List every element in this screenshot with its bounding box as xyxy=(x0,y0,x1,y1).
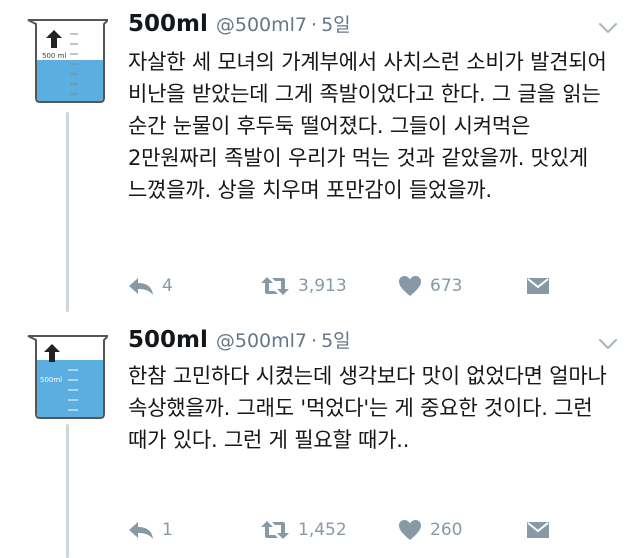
envelope-icon xyxy=(527,522,549,538)
like-button[interactable]: 673 xyxy=(398,271,462,301)
reply-count: 1 xyxy=(162,520,173,540)
heart-icon xyxy=(399,276,421,296)
envelope-icon xyxy=(527,278,549,294)
reply-button[interactable]: 1 xyxy=(128,515,173,545)
separator-dot: · xyxy=(311,14,318,36)
direct-message-button[interactable] xyxy=(526,271,550,301)
display-name[interactable]: 500ml xyxy=(128,327,208,353)
tweet[interactable]: 500 ml 500ml @500ml7 · 5일 자살한 세 모녀의 가계부에… xyxy=(0,0,639,318)
display-name[interactable]: 500ml xyxy=(128,11,208,37)
tweet-actions: 4 3,913 673 xyxy=(128,271,568,301)
heart-icon xyxy=(399,520,421,540)
like-button[interactable]: 260 xyxy=(398,515,462,545)
retweet-icon xyxy=(261,521,289,539)
like-count: 260 xyxy=(430,520,463,540)
svg-text:500 ml: 500 ml xyxy=(42,52,66,60)
retweet-button[interactable]: 3,913 xyxy=(260,271,347,301)
reply-icon xyxy=(129,522,153,539)
avatar[interactable]: 500 ml xyxy=(24,14,108,104)
like-count: 673 xyxy=(430,276,463,296)
tweet-text: 한참 고민하다 시켰는데 생각보다 맛이 없었다면 얼마나 속상했을까. 그래도… xyxy=(128,364,607,452)
separator-dot: · xyxy=(311,330,318,352)
direct-message-button[interactable] xyxy=(526,515,550,545)
retweet-count: 3,913 xyxy=(298,276,347,296)
chevron-down-icon[interactable] xyxy=(597,336,619,352)
reply-button[interactable]: 4 xyxy=(128,271,173,301)
tweet-text: 자살한 세 모녀의 가계부에서 사치스런 소비가 발견되어 비난을 받았는데 그… xyxy=(128,50,607,202)
chevron-down-icon[interactable] xyxy=(597,20,619,36)
retweet-button[interactable]: 1,452 xyxy=(260,515,347,545)
tweet-actions: 1 1,452 260 xyxy=(128,515,568,545)
user-handle[interactable]: @500ml7 xyxy=(216,14,307,36)
retweet-count: 1,452 xyxy=(298,520,347,540)
svg-text:500ml: 500ml xyxy=(40,376,62,384)
retweet-icon xyxy=(261,277,289,295)
user-handle[interactable]: @500ml7 xyxy=(216,330,307,352)
timestamp[interactable]: 5일 xyxy=(321,10,351,37)
timestamp[interactable]: 5일 xyxy=(321,326,351,353)
reply-icon xyxy=(129,278,153,295)
tweet[interactable]: 500ml 500ml @500ml7 · 5일 한참 고민하다 시켰는데 생각… xyxy=(0,318,639,558)
reply-count: 4 xyxy=(162,276,173,296)
avatar[interactable]: 500ml xyxy=(24,330,108,420)
